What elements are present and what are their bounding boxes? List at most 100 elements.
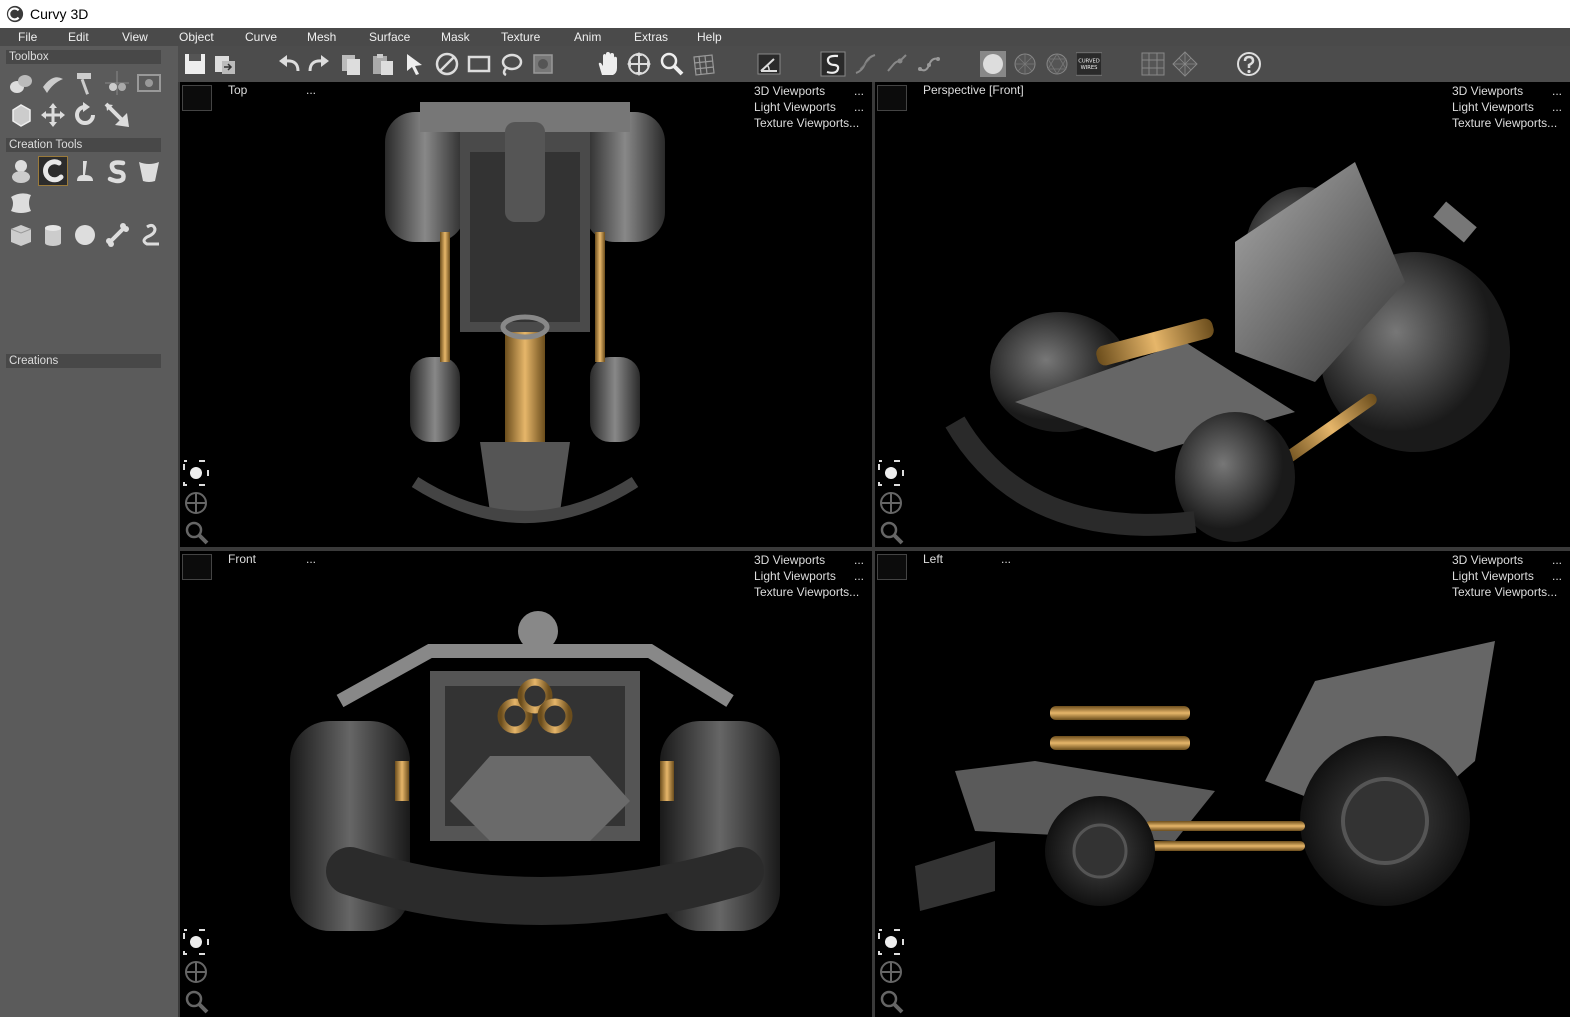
menu-anim[interactable]: Anim — [574, 30, 601, 44]
viewport-maximize-toggle[interactable] — [877, 554, 907, 580]
copy-button[interactable] — [336, 48, 366, 80]
menu-texture-viewports[interactable]: Texture Viewports... — [754, 115, 864, 131]
deselect-button[interactable] — [432, 48, 462, 80]
viewport-zoom-button[interactable] — [878, 989, 904, 1015]
viewport-maximize-toggle[interactable] — [182, 85, 212, 111]
toolbox-header: Toolbox — [6, 50, 161, 64]
menu-file[interactable]: File — [18, 30, 37, 44]
select-button[interactable] — [400, 48, 430, 80]
move-tool[interactable] — [38, 100, 68, 130]
viewport-front[interactable]: Front ... 3D Viewports... Light Viewport… — [180, 551, 872, 1017]
curved-wires-button[interactable]: CURVED WIRES — [1074, 48, 1104, 80]
cube-primitive-tool[interactable] — [6, 220, 36, 250]
rotate-tool[interactable] — [70, 100, 100, 130]
redo-button[interactable] — [304, 48, 334, 80]
undo-button[interactable] — [274, 48, 304, 80]
menu-extras[interactable]: Extras — [634, 30, 668, 44]
curve-smooth-button[interactable] — [882, 48, 912, 80]
cursor-arrow-icon — [407, 54, 422, 75]
bounding-box-tool[interactable] — [6, 100, 36, 130]
wire-sphere-icon — [1014, 53, 1036, 75]
menu-light-viewports[interactable]: Light Viewports... — [1452, 568, 1562, 584]
menu-surface[interactable]: Surface — [369, 30, 410, 44]
cylinder-primitive-tool[interactable] — [38, 220, 68, 250]
menu-texture-viewports[interactable]: Texture Viewports... — [1452, 584, 1562, 600]
viewport-zoom-button[interactable] — [183, 989, 209, 1015]
menu-edit[interactable]: Edit — [68, 30, 89, 44]
viewport-options-button[interactable]: ... — [306, 83, 316, 97]
sphere-primitive-tool[interactable] — [70, 220, 100, 250]
orbit-icon — [880, 961, 902, 983]
curve-draw-button[interactable] — [818, 48, 848, 80]
viewport-orbit-button[interactable] — [878, 490, 904, 516]
menu-texture-viewports[interactable]: Texture Viewports... — [754, 584, 864, 600]
menu-3d-viewports[interactable]: 3D Viewports... — [1452, 552, 1562, 568]
grid-toggle-button[interactable] — [688, 48, 718, 80]
shading-wire-button[interactable] — [1010, 48, 1040, 80]
scale-tool[interactable] — [102, 100, 132, 130]
orbit-button[interactable] — [624, 48, 654, 80]
viewport-orbit-button[interactable] — [183, 959, 209, 985]
viewport-frame-button[interactable] — [183, 460, 209, 486]
zoom-button[interactable] — [656, 48, 686, 80]
viewport-left[interactable]: Left ... 3D Viewports... Light Viewports… — [875, 551, 1570, 1017]
blob-tool[interactable] — [6, 156, 36, 186]
tube-curve-primitive-tool[interactable] — [134, 220, 164, 250]
shading-flat-wire-button[interactable] — [1042, 48, 1072, 80]
viewport-zoom-button[interactable] — [878, 520, 904, 546]
measure-button[interactable] — [754, 48, 784, 80]
viewport-frame-button[interactable] — [183, 929, 209, 955]
paste-button[interactable] — [368, 48, 398, 80]
menu-3d-viewports[interactable]: 3D Viewports... — [1452, 83, 1562, 99]
viewport-orbit-button[interactable] — [878, 959, 904, 985]
menu-view[interactable]: View — [122, 30, 148, 44]
save-button[interactable] — [180, 48, 210, 80]
menu-mesh[interactable]: Mesh — [307, 30, 336, 44]
screenshot-tool[interactable] — [134, 68, 164, 98]
menu-light-viewports[interactable]: Light Viewports... — [754, 568, 864, 584]
view-iso-grid-button[interactable] — [1170, 48, 1200, 80]
menu-light-viewports[interactable]: Light Viewports... — [754, 99, 864, 115]
lasso-select-button[interactable] — [496, 48, 526, 80]
cup-tool[interactable] — [134, 156, 164, 186]
viewport-maximize-toggle[interactable] — [877, 85, 907, 111]
group-objects-tool[interactable] — [6, 68, 36, 98]
viewport-perspective[interactable]: Perspective [Front] 3D Viewports... Ligh… — [875, 82, 1570, 547]
patch-tool[interactable] — [6, 188, 36, 218]
viewport-frame-button[interactable] — [878, 460, 904, 486]
menu-3d-viewports[interactable]: 3D Viewports... — [754, 552, 864, 568]
save-as-button[interactable] — [210, 48, 240, 80]
menu-curve[interactable]: Curve — [245, 30, 277, 44]
sculpt-tool[interactable] — [38, 68, 68, 98]
curve-tube-tool[interactable] — [38, 156, 68, 186]
viewport-options-button[interactable]: ... — [1001, 552, 1011, 566]
extrude-tool[interactable] — [70, 156, 100, 186]
menu-mask[interactable]: Mask — [441, 30, 470, 44]
help-button[interactable] — [1234, 48, 1264, 80]
viewport-frame-button[interactable] — [878, 929, 904, 955]
viewport-options-button[interactable]: ... — [306, 552, 316, 566]
shading-smooth-button[interactable] — [978, 48, 1008, 80]
curve-draw-icon — [820, 51, 846, 77]
viewport-zoom-button[interactable] — [183, 520, 209, 546]
menu-object[interactable]: Object — [179, 30, 214, 44]
viewport-top[interactable]: Top ... 3D Viewports... Light Viewports.… — [180, 82, 872, 547]
curve-points-button[interactable] — [914, 48, 944, 80]
hammer-tool[interactable] — [70, 68, 100, 98]
viewport-maximize-toggle[interactable] — [182, 554, 212, 580]
menu-texture[interactable]: Texture — [501, 30, 540, 44]
mask-select-button[interactable] — [528, 48, 558, 80]
menu-light-viewports[interactable]: Light Viewports... — [1452, 99, 1562, 115]
curve-edit-button[interactable] — [850, 48, 880, 80]
left-sidebar: Toolbox Creation Tools Creations — [0, 46, 178, 1017]
menu-3d-viewports[interactable]: 3D Viewports... — [754, 83, 864, 99]
view-grid-button[interactable] — [1138, 48, 1168, 80]
menu-help[interactable]: Help — [697, 30, 722, 44]
curve-points-icon — [918, 57, 940, 72]
bone-primitive-tool[interactable] — [102, 220, 132, 250]
pan-button[interactable] — [592, 48, 622, 80]
rect-select-button[interactable] — [464, 48, 494, 80]
s-curve-tool[interactable] — [102, 156, 132, 186]
viewport-orbit-button[interactable] — [183, 490, 209, 516]
points-tool[interactable] — [102, 68, 132, 98]
